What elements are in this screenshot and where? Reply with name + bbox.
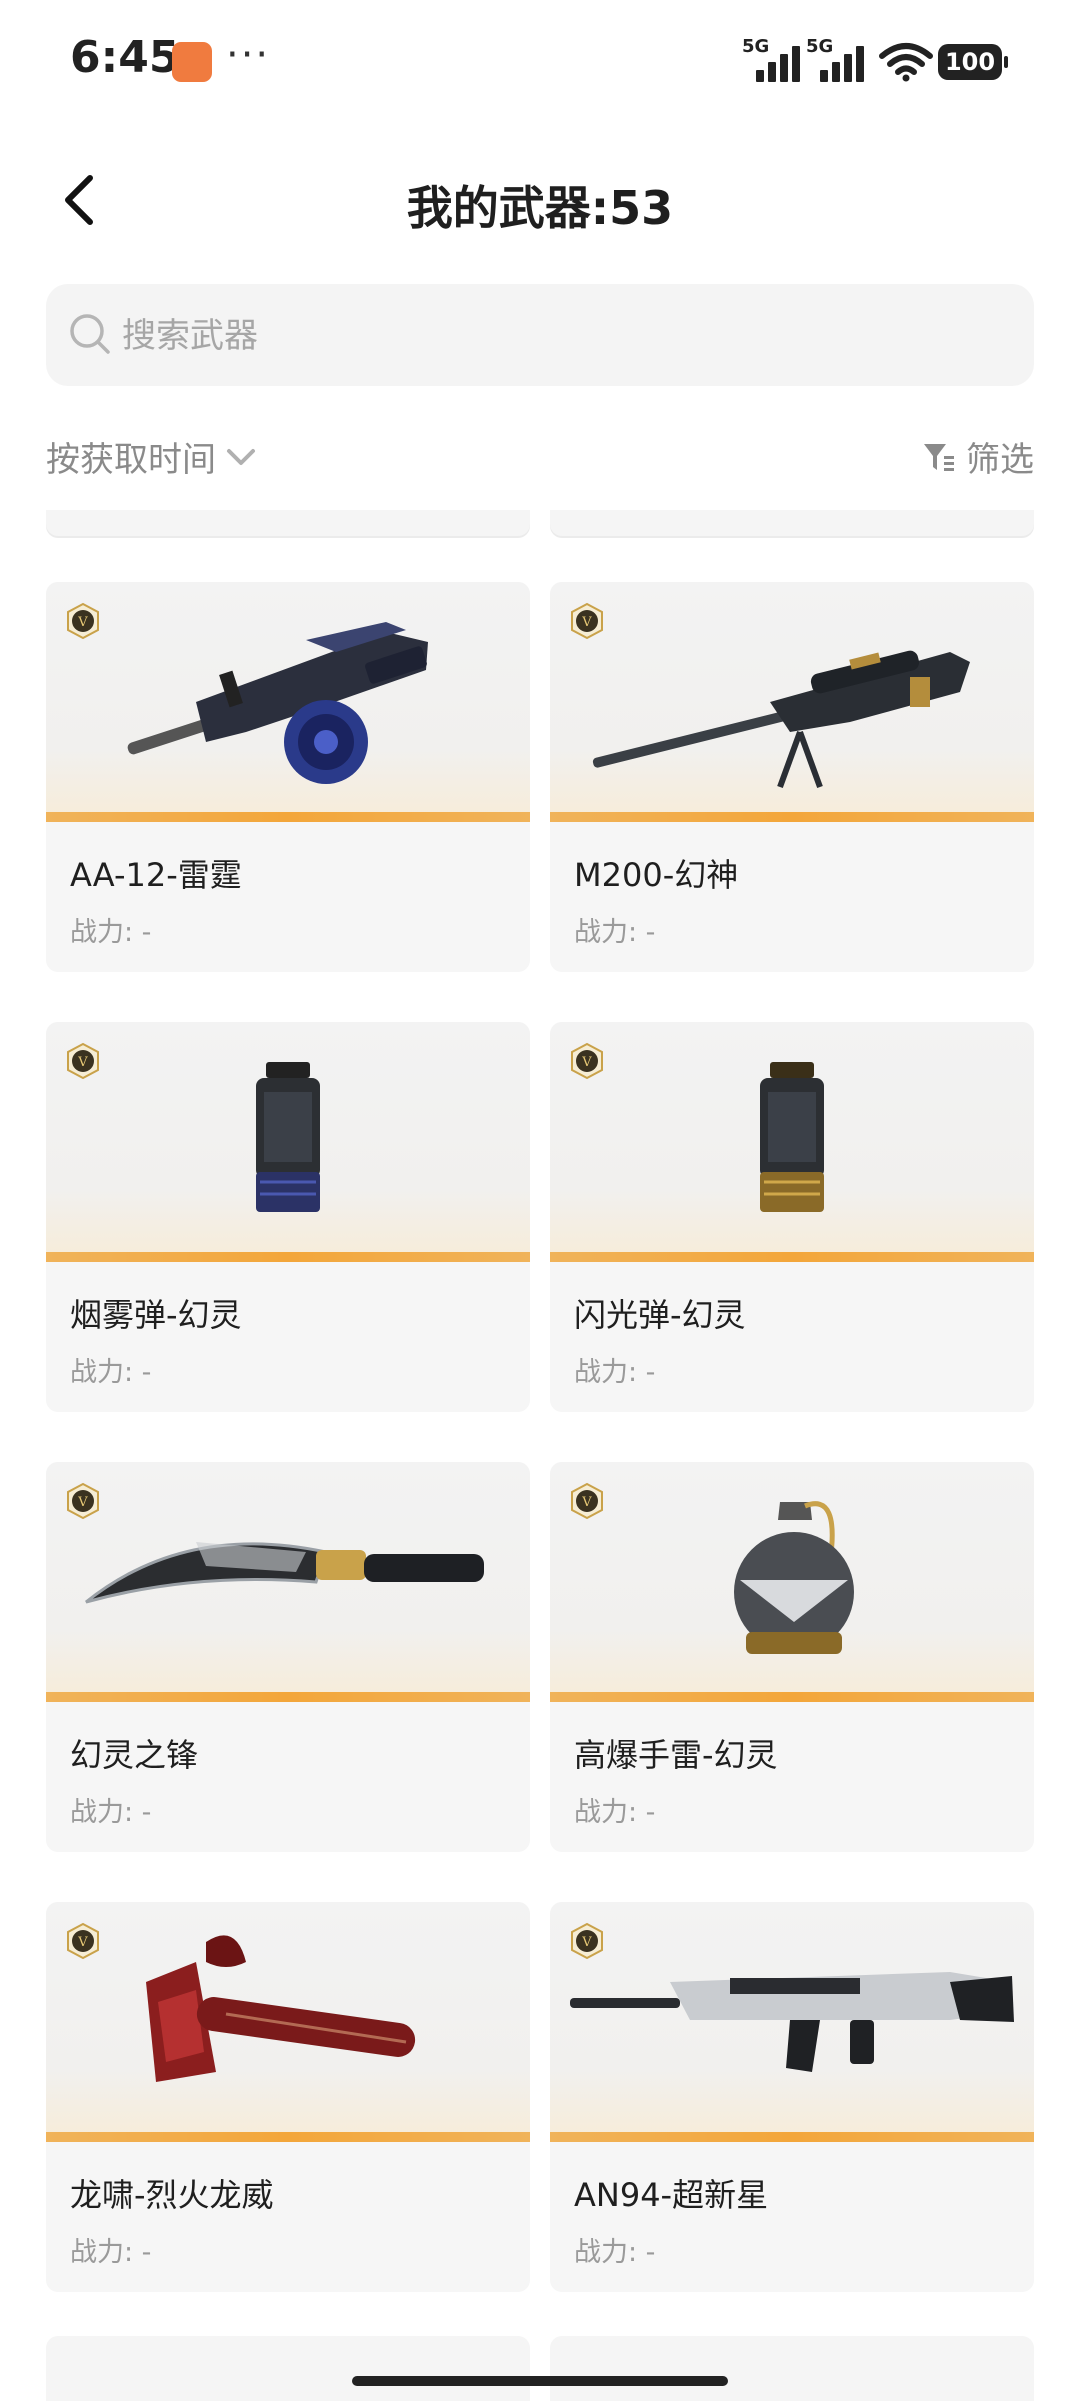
- weapon-card-partial[interactable]: [550, 510, 1034, 536]
- filter-button[interactable]: 筛选: [922, 432, 1034, 481]
- weapon-name: M200-幻神: [574, 856, 739, 894]
- machete-image: [85, 1542, 484, 1604]
- weapon-card-partial[interactable]: [46, 2336, 530, 2401]
- weapon-power: 战力: -: [574, 1797, 656, 1828]
- signal-label: 5G: [742, 36, 770, 57]
- weapon-card[interactable]: V AA-12-雷霆 战力: -: [46, 582, 530, 972]
- weapon-name: 幻灵之锋: [70, 1736, 199, 1774]
- status-bar: 6:45 ··· 5G 5G 100: [0, 0, 1080, 120]
- accent-line: [46, 1252, 530, 1262]
- weapon-power: 战力: -: [70, 2237, 152, 2268]
- sort-dropdown[interactable]: 按获取时间: [46, 432, 258, 481]
- v-rank-badge-icon: V: [571, 602, 603, 640]
- weapon-power: 战力: -: [70, 1797, 152, 1828]
- accent-line: [550, 2132, 1034, 2142]
- v-rank-badge-icon: V: [571, 1922, 603, 1960]
- v-rank-badge-icon: V: [571, 1482, 603, 1520]
- home-indicator[interactable]: [352, 2376, 728, 2386]
- weapon-power: 战力: -: [574, 917, 656, 948]
- filter-icon: [924, 443, 954, 471]
- filter-label: 筛选: [966, 440, 1034, 480]
- smoke-grenade-image: [256, 1062, 320, 1212]
- he-grenade-image: [734, 1501, 854, 1654]
- weapon-power: 战力: -: [574, 2237, 656, 2268]
- weapon-card[interactable]: V 幻灵之锋 战力: -: [46, 1462, 530, 1852]
- svg-text:V: V: [77, 615, 88, 630]
- weapon-card[interactable]: V AN94-超新星 战力: -: [550, 1902, 1034, 2292]
- svg-text:V: V: [581, 1495, 592, 1510]
- weapon-name: 烟雾弹-幻灵: [70, 1296, 242, 1334]
- signal-icon: 5G: [806, 36, 870, 82]
- weapon-card[interactable]: V 龙啸-烈火龙威 战力: -: [46, 1902, 530, 2292]
- assault-rifle-image: [570, 1972, 1014, 2072]
- search-input[interactable]: [120, 284, 1004, 388]
- weapon-card[interactable]: V 烟雾弹-幻灵 战力: -: [46, 1022, 530, 1412]
- v-rank-badge-icon: V: [67, 602, 99, 640]
- weapon-card[interactable]: V 高爆手雷-幻灵 战力: -: [550, 1462, 1034, 1852]
- svg-text:V: V: [581, 1935, 592, 1950]
- page-title: 我的武器:53: [406, 181, 674, 235]
- accent-line: [550, 1692, 1034, 1702]
- accent-line: [46, 1692, 530, 1702]
- status-time: 6:45: [70, 32, 180, 83]
- battery-icon: 100: [938, 44, 1008, 80]
- weapon-card-partial[interactable]: [46, 510, 530, 536]
- weapon-card-partial[interactable]: [550, 2336, 1034, 2401]
- v-rank-badge-icon: V: [67, 1042, 99, 1080]
- shotgun-drum-image: [127, 622, 428, 784]
- dragon-axe-image: [146, 1935, 416, 2082]
- weapon-name: AA-12-雷霆: [70, 856, 242, 894]
- wifi-icon: [879, 43, 933, 82]
- svg-text:V: V: [77, 1055, 88, 1070]
- svg-text:V: V: [581, 615, 592, 630]
- sort-label: 按获取时间: [46, 440, 216, 480]
- weapon-power: 战力: -: [70, 917, 152, 948]
- accent-line: [550, 1252, 1034, 1262]
- app-icon: [172, 42, 212, 82]
- weapon-name: 龙啸-烈火龙威: [70, 2176, 274, 2214]
- flash-grenade-image: [760, 1062, 824, 1212]
- svg-text:V: V: [77, 1495, 88, 1510]
- chevron-down-icon: [227, 448, 255, 465]
- signal-icon: 5G: [742, 36, 806, 82]
- signal-label: 5G: [806, 36, 834, 57]
- weapon-card[interactable]: V 闪光弹-幻灵 战力: -: [550, 1022, 1034, 1412]
- search-icon: [70, 314, 110, 354]
- weapon-power: 战力: -: [70, 1357, 152, 1388]
- sniper-rifle-image: [592, 650, 970, 789]
- svg-text:V: V: [77, 1935, 88, 1950]
- v-rank-badge-icon: V: [67, 1922, 99, 1960]
- more-notifications: ···: [226, 32, 271, 78]
- weapon-card[interactable]: V M200-幻神 战力: -: [550, 582, 1034, 972]
- weapon-name: AN94-超新星: [574, 2176, 769, 2214]
- accent-line: [46, 812, 530, 822]
- svg-text:V: V: [581, 1055, 592, 1070]
- weapon-name: 闪光弹-幻灵: [574, 1296, 746, 1334]
- accent-line: [550, 812, 1034, 822]
- search-bar[interactable]: [46, 284, 1034, 388]
- v-rank-badge-icon: V: [67, 1482, 99, 1520]
- accent-line: [46, 2132, 530, 2142]
- weapon-power: 战力: -: [574, 1357, 656, 1388]
- v-rank-badge-icon: V: [571, 1042, 603, 1080]
- weapon-name: 高爆手雷-幻灵: [574, 1736, 778, 1774]
